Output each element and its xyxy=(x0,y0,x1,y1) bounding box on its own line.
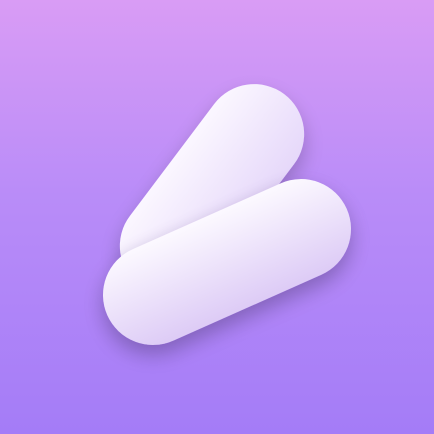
app-icon[interactable] xyxy=(0,0,434,434)
pill-heart-icon xyxy=(103,84,351,353)
